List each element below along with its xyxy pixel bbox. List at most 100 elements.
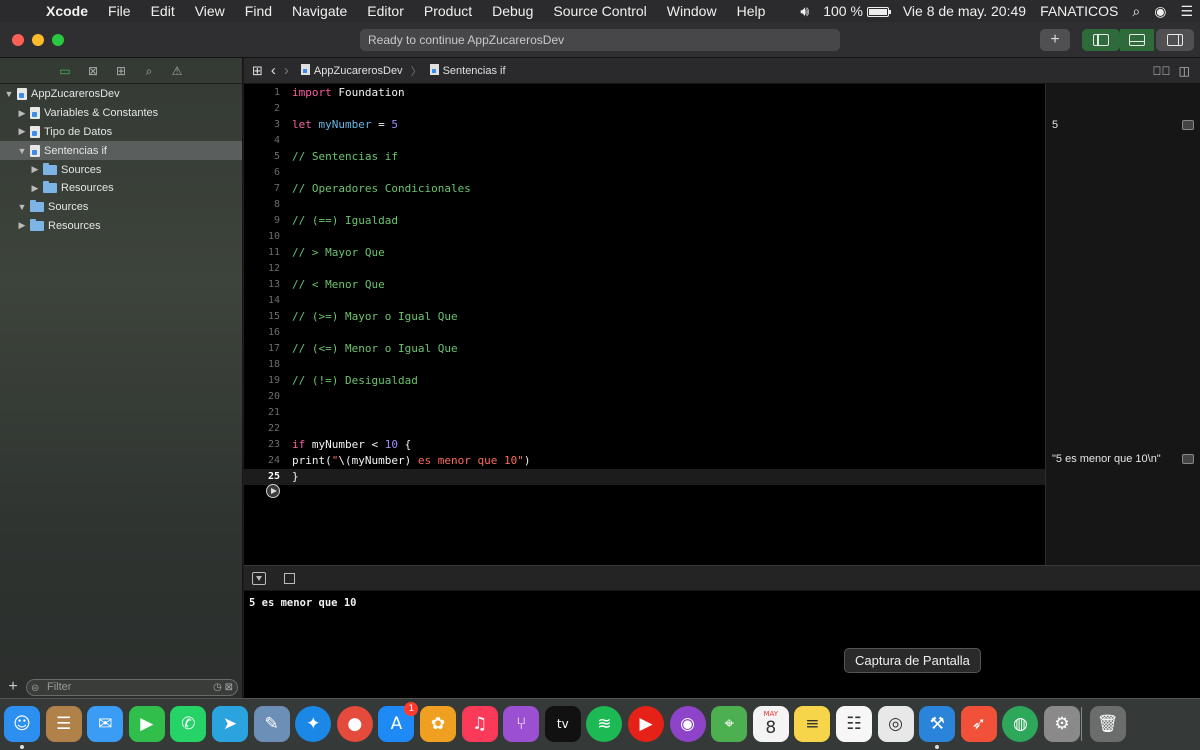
dock-swift-playgrounds-icon[interactable]: ➶: [960, 706, 997, 742]
disclosure-down-icon[interactable]: ▼: [17, 146, 27, 156]
dock-maps-icon[interactable]: ⌖: [711, 706, 748, 742]
code-line[interactable]: 15 // (>=) Mayor o Igual Que: [244, 309, 1045, 325]
tree-item-root[interactable]: ▼ AppZucarerosDev: [0, 85, 242, 104]
code-line[interactable]: 2: [244, 101, 1045, 117]
editor-options-icon[interactable]: ☰⃞: [1153, 64, 1171, 78]
code-line[interactable]: 3 let myNumber = 5: [244, 117, 1045, 133]
notification-center-icon[interactable]: ☰: [1173, 3, 1200, 20]
dock-contacts-icon[interactable]: ☰: [45, 706, 82, 742]
find-icon[interactable]: ⌕: [142, 64, 156, 78]
quick-look-icon[interactable]: [1182, 120, 1194, 130]
code-line[interactable]: 12: [244, 261, 1045, 277]
code-line[interactable]: 25}: [244, 469, 1045, 485]
filter-input[interactable]: ⊜ Filter ◷ ⊠: [26, 678, 238, 696]
tree-item-page-selected[interactable]: ▼ Sentencias if: [0, 141, 242, 161]
code-line[interactable]: 14: [244, 293, 1045, 309]
source-control-icon[interactable]: ⊠: [86, 64, 100, 78]
code-line[interactable]: 19 // (!=) Desigualdad: [244, 373, 1045, 389]
menu-navigate[interactable]: Navigate: [282, 3, 357, 19]
code-line[interactable]: 1 import Foundation: [244, 85, 1045, 101]
code-line[interactable]: 16: [244, 325, 1045, 341]
code-line[interactable]: 6: [244, 165, 1045, 181]
dock-music-icon[interactable]: ♫: [461, 706, 498, 742]
code-line[interactable]: 23 if myNumber < 10 {: [244, 437, 1045, 453]
dock-calendar-icon[interactable]: MAY 8: [752, 706, 789, 742]
volume-icon[interactable]: 🔊︎: [793, 3, 816, 20]
code-line[interactable]: 5 // Sentencias if: [244, 149, 1045, 165]
code-line[interactable]: 24 print("\(myNumber) es menor que 10"): [244, 453, 1045, 469]
add-file-button[interactable]: +: [0, 678, 26, 696]
disclosure-right-icon[interactable]: ▶: [30, 164, 40, 175]
dock-apple-tv-icon[interactable]: tv: [544, 706, 581, 742]
tree-item-folder[interactable]: ▶ Sources: [0, 160, 242, 179]
folder-icon[interactable]: ▭: [58, 64, 72, 78]
toggle-debug-area-button[interactable]: [1120, 29, 1154, 51]
menu-file[interactable]: File: [98, 3, 141, 19]
code-line[interactable]: 8: [244, 197, 1045, 213]
breadcrumb-file[interactable]: Sentencias if: [426, 64, 510, 77]
run-playground-button[interactable]: [266, 484, 280, 498]
tree-item-page[interactable]: ▶ Variables & Constantes: [0, 104, 242, 123]
siri-icon[interactable]: ◉: [1147, 3, 1173, 20]
dock-reminders-icon[interactable]: ☷: [836, 706, 872, 742]
minimize-window-button[interactable]: [32, 34, 44, 46]
spotlight-search-icon[interactable]: ⌕: [1125, 3, 1147, 20]
menu-find[interactable]: Find: [235, 3, 282, 19]
source-editor[interactable]: 1 import Foundation 2 3 let myNumber = 5 4 5//…: [244, 84, 1045, 565]
dock-system-preferences-icon[interactable]: ⚙: [1044, 706, 1080, 742]
disclosure-right-icon[interactable]: ▶: [17, 126, 27, 137]
code-line[interactable]: 13 // < Menor Que: [244, 277, 1045, 293]
dock-preview-icon[interactable]: ✎: [253, 706, 290, 742]
disclosure-right-icon[interactable]: ▶: [17, 220, 27, 231]
code-line[interactable]: 4: [244, 133, 1045, 149]
quick-look-icon[interactable]: [1182, 454, 1194, 464]
dock-finder-icon[interactable]: ☺: [4, 706, 40, 742]
battery-status[interactable]: 100 %: [816, 3, 896, 19]
code-line[interactable]: 10: [244, 229, 1045, 245]
menu-editor[interactable]: Editor: [357, 3, 414, 19]
menu-clock[interactable]: Vie 8 de may. 20:49: [896, 3, 1033, 19]
user-menu[interactable]: FANATICOS: [1033, 3, 1125, 19]
add-editor-icon[interactable]: ◫: [1179, 64, 1190, 78]
code-line[interactable]: 22: [244, 421, 1045, 437]
dock-spotify-icon[interactable]: ≋: [586, 706, 623, 742]
hide-debug-area-icon[interactable]: [252, 572, 266, 585]
code-line[interactable]: 7 // Operadores Condicionales: [244, 181, 1045, 197]
disclosure-right-icon[interactable]: ▶: [30, 183, 40, 194]
dock-chrome-icon[interactable]: ●: [336, 706, 373, 742]
breadcrumb-project[interactable]: AppZucarerosDev: [293, 64, 407, 77]
recent-files-icon[interactable]: ◷ ⊠: [213, 680, 233, 695]
tree-item-page[interactable]: ▶ Tipo de Datos: [0, 123, 242, 142]
dock-podcasts-icon[interactable]: ◉: [669, 706, 706, 742]
disclosure-down-icon[interactable]: ▼: [17, 202, 27, 212]
hierarchy-icon[interactable]: ⊞: [114, 64, 128, 78]
menu-product[interactable]: Product: [414, 3, 482, 19]
code-line[interactable]: 21: [244, 405, 1045, 421]
code-line[interactable]: 18: [244, 357, 1045, 373]
console-area[interactable]: 5 es menor que 10: [244, 591, 1200, 698]
menu-source-control[interactable]: Source Control: [543, 3, 656, 19]
menu-help[interactable]: Help: [727, 3, 776, 19]
dock-safari-icon[interactable]: ✦: [295, 706, 332, 742]
forward-arrow-icon[interactable]: ›: [280, 62, 293, 79]
toggle-inspector-button[interactable]: [1156, 29, 1194, 51]
warning-icon[interactable]: ⚠: [170, 64, 184, 78]
toggle-navigator-button[interactable]: [1082, 29, 1120, 51]
dock-app-store-icon[interactable]: A1: [378, 702, 419, 742]
dock-telegram-icon[interactable]: ➤: [212, 706, 248, 742]
menu-app-name[interactable]: Xcode: [36, 3, 98, 19]
dock-itunes-connect-icon[interactable]: ◍: [1002, 706, 1039, 742]
dock-trash-icon[interactable]: 🗑: [1089, 706, 1126, 742]
dock-photos-icon[interactable]: ✿: [420, 706, 456, 742]
disclosure-right-icon[interactable]: ▶: [17, 108, 27, 119]
dock-facetime-icon[interactable]: ▶: [128, 706, 165, 742]
library-add-button[interactable]: +: [1040, 29, 1070, 51]
related-items-icon[interactable]: ⊞: [244, 63, 267, 79]
menu-debug[interactable]: Debug: [482, 3, 543, 19]
menu-edit[interactable]: Edit: [141, 3, 185, 19]
code-line[interactable]: 17 // (<=) Menor o Igual Que: [244, 341, 1045, 357]
menu-window[interactable]: Window: [657, 3, 727, 19]
code-line[interactable]: 9 // (==) Igualdad: [244, 213, 1045, 229]
back-arrow-icon[interactable]: ‹: [267, 62, 280, 79]
menu-view[interactable]: View: [185, 3, 235, 19]
